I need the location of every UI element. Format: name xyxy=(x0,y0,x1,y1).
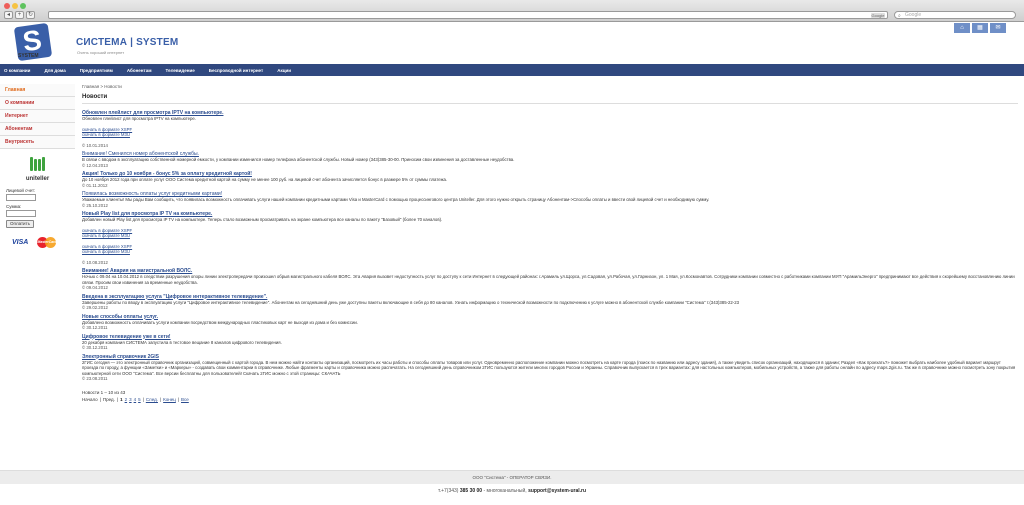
card-logos: VISA MasterCard xyxy=(0,236,75,249)
nav-item-home[interactable]: Для дома xyxy=(44,68,65,73)
add-bookmark-button[interactable]: + xyxy=(15,11,24,19)
nav-item-about[interactable]: О компании xyxy=(4,68,30,73)
visa-logo: VISA xyxy=(12,239,29,246)
news-date: © 29.02.2012 xyxy=(82,305,108,310)
pager-current: 1 xyxy=(120,396,123,402)
address-go-button[interactable]: Google xyxy=(871,13,885,18)
nav-item-tv[interactable]: Телевидение xyxy=(166,68,195,73)
amount-input[interactable] xyxy=(6,210,36,217)
search-placeholder: Google xyxy=(905,12,922,18)
news-list: Обновлен плейлист для просмотра IPTV на … xyxy=(82,110,1018,382)
top-navigation: О компании Для дома Предприятиям Абонент… xyxy=(0,64,1024,76)
news-item: Внимание! Сменился номер абонентской слу… xyxy=(82,151,1018,168)
news-item: Цифровое телевидение уже в сети! 20 декаб… xyxy=(82,334,1018,351)
minimize-window-icon[interactable] xyxy=(12,3,18,9)
news-date: © 10.08.2012 xyxy=(82,259,108,265)
back-button[interactable]: ◂ xyxy=(4,11,13,19)
reload-button[interactable]: ↻ xyxy=(26,11,35,19)
footer-email[interactable]: support@system-ural.ru xyxy=(528,488,586,494)
browser-toolbar: ◂ + ↻ Google ⌕ Google xyxy=(0,0,1024,22)
page-title: Новости xyxy=(82,94,1018,104)
header-icons: ⌂ ▦ ✉ xyxy=(954,23,1006,33)
nav-item-subscribers[interactable]: Абонентам xyxy=(127,68,152,73)
pager-last[interactable]: Конец xyxy=(163,397,176,402)
grid-icon[interactable]: ▦ xyxy=(972,23,988,33)
sidebar-item-main[interactable]: Главная xyxy=(0,84,75,97)
news-item: Внимание! Авария на магистральной ВОЛС. Н… xyxy=(82,268,1018,291)
zoom-window-icon[interactable] xyxy=(20,3,26,9)
sidebar: Главная О компании Интернет Абонентам Вн… xyxy=(0,84,75,249)
uniteller-label: uniteller xyxy=(25,176,50,182)
uniteller-icon xyxy=(28,157,48,173)
pager-start[interactable]: Начало xyxy=(82,397,98,402)
news-date: © 12.04.2013 xyxy=(82,162,108,168)
sidebar-item-about[interactable]: О компании xyxy=(0,97,75,110)
footer-contacts: т.+7(343) 385 30 00 - многоканальный, su… xyxy=(437,488,587,494)
mastercard-logo: MasterCard xyxy=(36,236,58,249)
pager-page-4[interactable]: 4 xyxy=(134,397,137,402)
breadcrumb-current: Новости xyxy=(104,84,122,89)
pager-info: Новости 1 – 10 из 43 xyxy=(82,389,126,395)
news-text: Ночью с 09.04 на 10.04.2012 в следствии … xyxy=(82,274,1015,285)
pager-all[interactable]: Все xyxy=(181,397,189,402)
footer-operator: ООО "Система" - ОПЕРАТОР СВЯЗИ. xyxy=(0,470,1024,484)
news-date: © 01.11.2012 xyxy=(82,182,108,188)
pager-next[interactable]: След. xyxy=(146,397,158,402)
site-brand[interactable]: СИСТЕМА | SYSTEM xyxy=(76,37,178,48)
amount-label: Сумма: xyxy=(6,204,22,209)
nav-item-wireless[interactable]: Беспроводной интернет xyxy=(209,68,263,73)
news-item: Введена в эксплуатацию услуга "Цифровое … xyxy=(82,294,1018,311)
news-date: © 25.10.2012 xyxy=(82,202,108,208)
account-label: Лицевой счет: xyxy=(6,188,36,193)
site-slogan: Очень хороший интернет xyxy=(77,50,125,55)
sidebar-item-subscribers[interactable]: Абонентам xyxy=(0,123,75,136)
news-item: Обновлен плейлист для просмотра IPTV на … xyxy=(82,110,1018,148)
pager-prev[interactable]: Пред. xyxy=(103,397,115,402)
news-date: © 30.12.2011 xyxy=(82,325,108,330)
address-bar[interactable]: Google xyxy=(48,11,888,19)
news-date: © 10.01.2014 xyxy=(82,142,108,148)
sidebar-item-intranet[interactable]: Внутрисеть xyxy=(0,136,75,149)
account-input[interactable] xyxy=(6,194,36,201)
breadcrumb: Главная > Новости xyxy=(82,84,122,89)
news-text: 2ГИС сегодня — это электронный справочни… xyxy=(82,359,1016,376)
pagination: Начало | Пред. | 1 2 3 4 5 | След. | Кон… xyxy=(82,396,189,402)
news-date: © 23.08.2011 xyxy=(82,376,108,381)
news-item: Акция! Только до 10 ноября - бонус 5% за… xyxy=(82,171,1018,188)
pay-button[interactable]: Оплатить xyxy=(6,220,34,228)
nav-item-promo[interactable]: Акции xyxy=(277,68,291,73)
mail-icon[interactable]: ✉ xyxy=(990,23,1006,33)
pager-page-3[interactable]: 3 xyxy=(129,397,132,402)
main-content: Главная > Новости Новости Обновлен плейл… xyxy=(82,84,1018,402)
search-icon: ⌕ xyxy=(898,13,901,19)
home-icon[interactable]: ⌂ xyxy=(954,23,970,33)
google-search-input[interactable]: ⌕ Google xyxy=(894,11,1016,19)
uniteller-logo[interactable]: uniteller xyxy=(0,157,75,182)
breadcrumb-home[interactable]: Главная xyxy=(82,84,99,89)
news-date: © 30.12.2011 xyxy=(82,345,108,350)
footer-phone: 385 30 00 xyxy=(459,488,483,494)
payment-form: Лицевой счет: Сумма: Оплатить xyxy=(0,188,75,228)
news-item: Электронный справочник 2GIS 2ГИС сегодня … xyxy=(82,354,1018,382)
news-item: Появилась возможность оплаты услуг креди… xyxy=(82,191,1018,208)
sidebar-item-internet[interactable]: Интернет xyxy=(0,110,75,123)
logo-word: SYSTEM xyxy=(18,53,39,59)
close-window-icon[interactable] xyxy=(4,3,10,9)
nav-item-business[interactable]: Предприятиям xyxy=(80,68,113,73)
news-date: © 09.04.2012 xyxy=(82,285,108,290)
news-item: Новые способы оплаты услуг. Добавлено воз… xyxy=(82,314,1018,331)
pager-page-5[interactable]: 5 xyxy=(138,397,141,402)
news-item: Новый Play list для просмотра IP TV на к… xyxy=(82,211,1018,265)
site-header: S SYSTEM СИСТЕМА | SYSTEM Очень хороший … xyxy=(0,22,1024,64)
pager-page-2[interactable]: 2 xyxy=(125,397,128,402)
